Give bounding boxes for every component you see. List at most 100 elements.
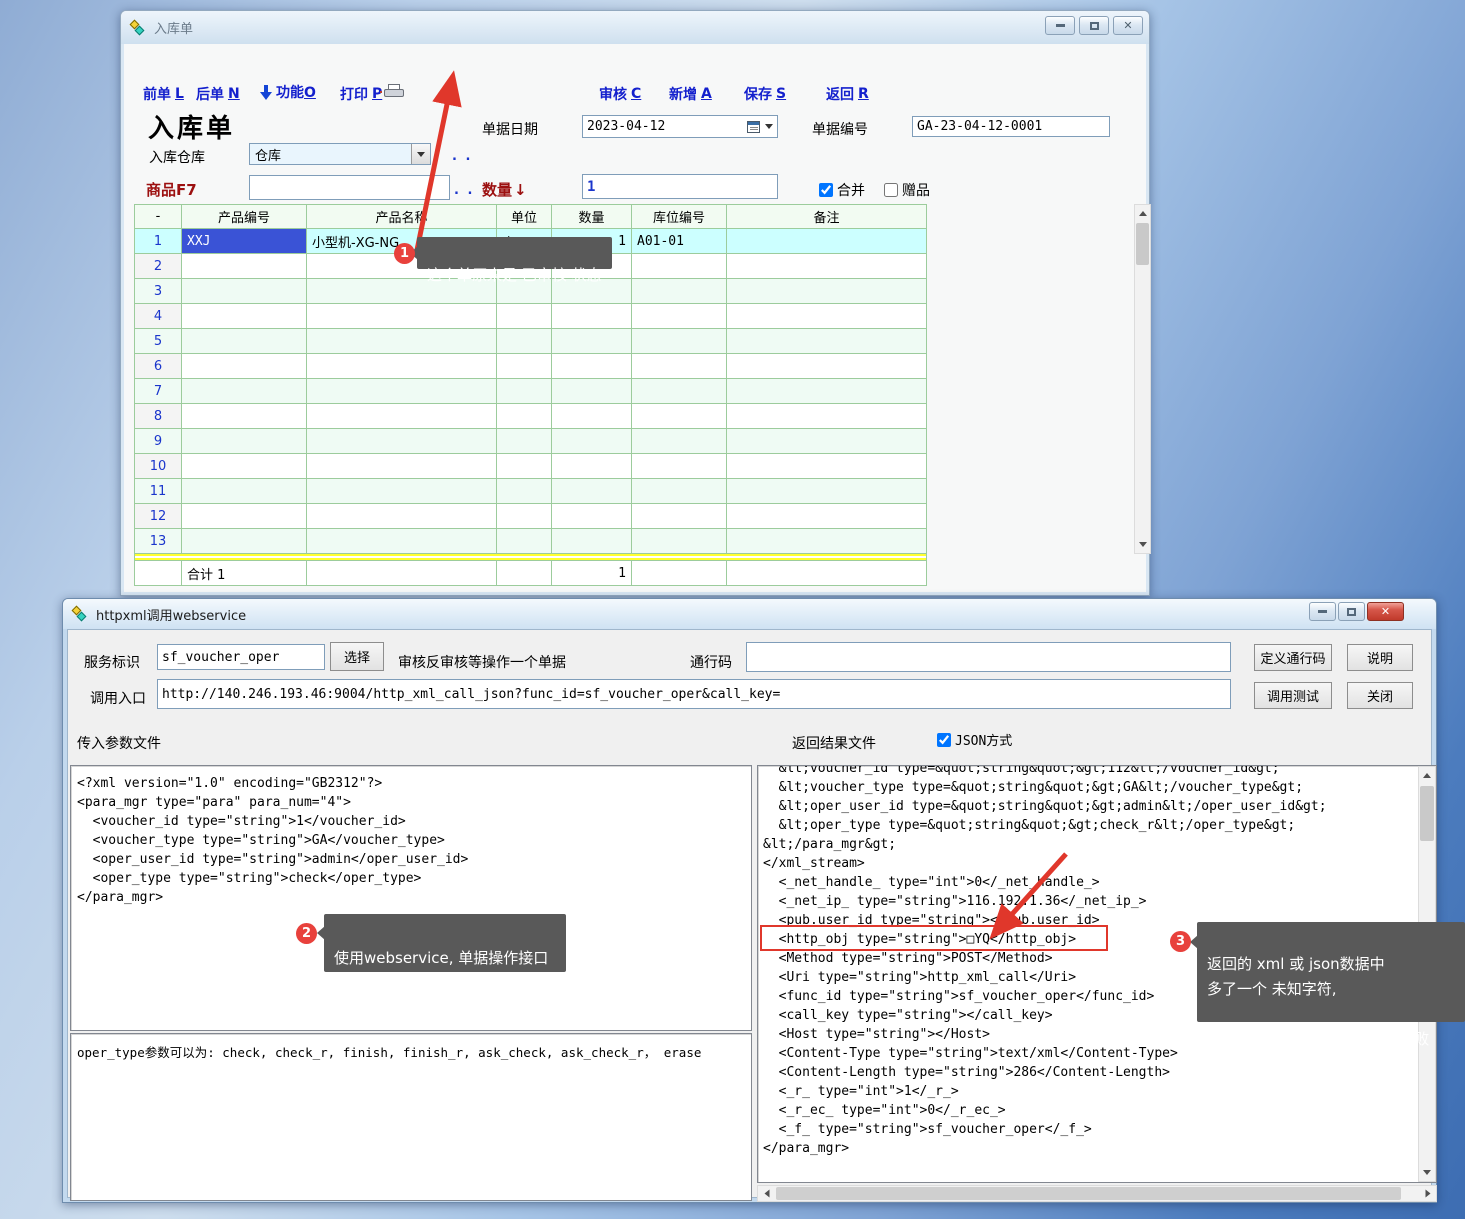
table-row[interactable]: 10 [135,454,927,479]
loc-cell[interactable] [632,354,727,379]
qty-cell[interactable] [552,529,632,554]
call-test-button[interactable]: 调用测试 [1254,682,1332,709]
qty-cell[interactable] [552,304,632,329]
toolbar-next-button[interactable]: 后单N [196,84,240,104]
close-window-button[interactable]: 关闭 [1347,682,1413,709]
merge-checkbox-input[interactable] [819,183,833,197]
qty-cell[interactable] [552,454,632,479]
date-dropdown-icon[interactable] [765,124,773,129]
doc-no-input[interactable] [912,116,1110,137]
note-cell[interactable] [727,529,927,554]
row-number-cell[interactable]: 12 [135,504,182,529]
row-number-cell[interactable]: 7 [135,379,182,404]
toolbar-add-button[interactable]: 新增A [669,84,712,104]
product-code-cell[interactable] [182,304,307,329]
json-mode-checkbox[interactable]: JSON方式 [937,730,1012,749]
note-cell[interactable] [727,479,927,504]
product-name-cell[interactable] [307,354,497,379]
scroll-left-button[interactable] [758,1186,775,1201]
toolbar-check-button[interactable]: 审核C [599,84,641,104]
minimize-button[interactable] [1309,602,1336,621]
qty-cell[interactable] [552,404,632,429]
loc-cell[interactable]: A01-01 [632,229,727,254]
product-code-cell[interactable] [182,454,307,479]
window1-titlebar[interactable]: 入库单 ✕ [121,11,1149,44]
oper-type-note-pane[interactable]: oper_type参数可以为: check, check_r, finish, … [70,1033,752,1201]
product-input[interactable] [249,175,450,200]
scroll-right-button[interactable] [1419,1186,1436,1201]
loc-cell[interactable] [632,279,727,304]
note-cell[interactable] [727,329,927,354]
loc-cell[interactable] [632,254,727,279]
col-header-loc[interactable]: 库位编号 [632,205,727,229]
qty-cell[interactable] [552,429,632,454]
qty-cell[interactable] [552,479,632,504]
help-button[interactable]: 说明 [1347,644,1413,671]
col-header-minus[interactable]: - [135,205,182,229]
row-number-cell[interactable]: 11 [135,479,182,504]
scrollbar-thumb[interactable] [1420,786,1434,841]
loc-cell[interactable] [632,479,727,504]
product-browse-dots[interactable]: . . [454,183,474,198]
qty-cell[interactable] [552,354,632,379]
unit-cell[interactable] [497,504,552,529]
qty-cell[interactable] [552,504,632,529]
loc-cell[interactable] [632,304,727,329]
note-cell[interactable] [727,254,927,279]
define-passcode-button[interactable]: 定义通行码 [1254,644,1332,671]
scroll-up-button[interactable] [1135,205,1150,222]
close-button[interactable]: ✕ [1113,16,1143,35]
warehouse-browse-dots[interactable]: . . [452,149,472,164]
row-number-cell[interactable]: 9 [135,429,182,454]
table-row[interactable]: 11 [135,479,927,504]
gift-checkbox-input[interactable] [884,183,898,197]
json-checkbox-input[interactable] [937,733,951,747]
restore-button[interactable] [1338,602,1365,621]
unit-cell[interactable] [497,429,552,454]
row-number-cell[interactable]: 2 [135,254,182,279]
product-name-cell[interactable] [307,504,497,529]
product-code-cell[interactable] [182,379,307,404]
warehouse-dropdown-button[interactable] [411,144,430,164]
note-cell[interactable] [727,379,927,404]
unit-cell[interactable] [497,304,552,329]
row-number-cell[interactable]: 8 [135,404,182,429]
product-name-cell[interactable] [307,454,497,479]
row-number-cell[interactable]: 4 [135,304,182,329]
product-code-cell[interactable] [182,279,307,304]
table-row[interactable]: 13 [135,529,927,554]
service-id-input[interactable] [157,644,325,670]
product-code-cell[interactable] [182,329,307,354]
entry-point-input[interactable] [157,679,1231,709]
window2-titlebar[interactable]: httpxml调用webservice ✕ [63,599,1436,629]
restore-button[interactable] [1079,16,1109,35]
close-button[interactable]: ✕ [1367,602,1404,621]
toolbar-save-button[interactable]: 保存S [744,84,786,104]
product-name-cell[interactable] [307,329,497,354]
unit-cell[interactable] [497,404,552,429]
scrollbar-thumb[interactable] [1136,223,1149,265]
note-cell[interactable] [727,229,927,254]
minimize-button[interactable] [1045,16,1075,35]
product-name-cell[interactable] [307,379,497,404]
table-row[interactable]: 9 [135,429,927,454]
product-name-cell[interactable] [307,304,497,329]
product-code-cell[interactable] [182,354,307,379]
unit-cell[interactable] [497,354,552,379]
col-header-unit[interactable]: 单位 [497,205,552,229]
toolbar-back-button[interactable]: 返回R [826,84,869,104]
table-scrollbar[interactable] [1134,204,1151,554]
unit-cell[interactable] [497,379,552,404]
table-row[interactable]: 7 [135,379,927,404]
scroll-down-button[interactable] [1135,536,1150,553]
product-name-cell[interactable] [307,404,497,429]
note-cell[interactable] [727,429,927,454]
scroll-down-button[interactable] [1419,1164,1435,1181]
product-code-cell[interactable] [182,254,307,279]
product-code-cell[interactable] [182,404,307,429]
col-header-code[interactable]: 产品编号 [182,205,307,229]
loc-cell[interactable] [632,404,727,429]
loc-cell[interactable] [632,379,727,404]
unit-cell[interactable] [497,329,552,354]
note-cell[interactable] [727,304,927,329]
